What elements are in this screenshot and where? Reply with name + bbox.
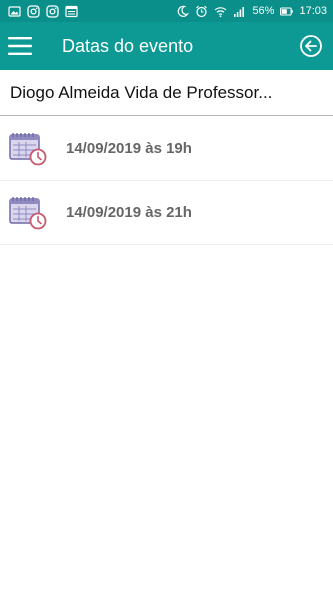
menu-button[interactable] — [0, 22, 44, 70]
back-button[interactable] — [289, 22, 333, 70]
event-title: Diogo Almeida Vida de Professor... — [10, 82, 273, 102]
status-right-icons: 56% 17:03 — [176, 5, 327, 18]
date-list-item[interactable]: 14/09/2019 às 19h — [0, 117, 333, 181]
back-arrow-icon — [300, 35, 322, 57]
date-label: 14/09/2019 às 19h — [66, 140, 192, 157]
status-left-icons — [8, 4, 78, 18]
date-label: 14/09/2019 às 21h — [66, 204, 192, 221]
wifi-icon — [214, 5, 227, 18]
calendar-clock-icon — [9, 132, 47, 166]
instagram-icon — [27, 4, 40, 18]
hamburger-menu-icon — [8, 37, 32, 55]
date-list-item[interactable]: 14/09/2019 às 21h — [0, 181, 333, 245]
signal-icon — [233, 5, 246, 18]
instagram-icon — [46, 4, 59, 18]
status-bar: 56% 17:03 — [0, 0, 333, 22]
clock: 17:03 — [299, 4, 327, 17]
battery-percent: 56% — [252, 4, 275, 17]
alarm-icon — [195, 5, 208, 18]
calendar-clock-icon — [9, 196, 47, 230]
battery-icon — [280, 5, 294, 18]
gallery-icon — [8, 5, 21, 18]
event-header: Diogo Almeida Vida de Professor... — [0, 70, 333, 116]
night-mode-icon — [176, 5, 190, 18]
page-title: Datas do evento — [62, 35, 194, 56]
date-list: 14/09/2019 às 19h 14/09/2019 às 21h — [0, 117, 333, 245]
app-bar: Datas do evento — [0, 22, 333, 70]
news-icon — [65, 5, 78, 18]
